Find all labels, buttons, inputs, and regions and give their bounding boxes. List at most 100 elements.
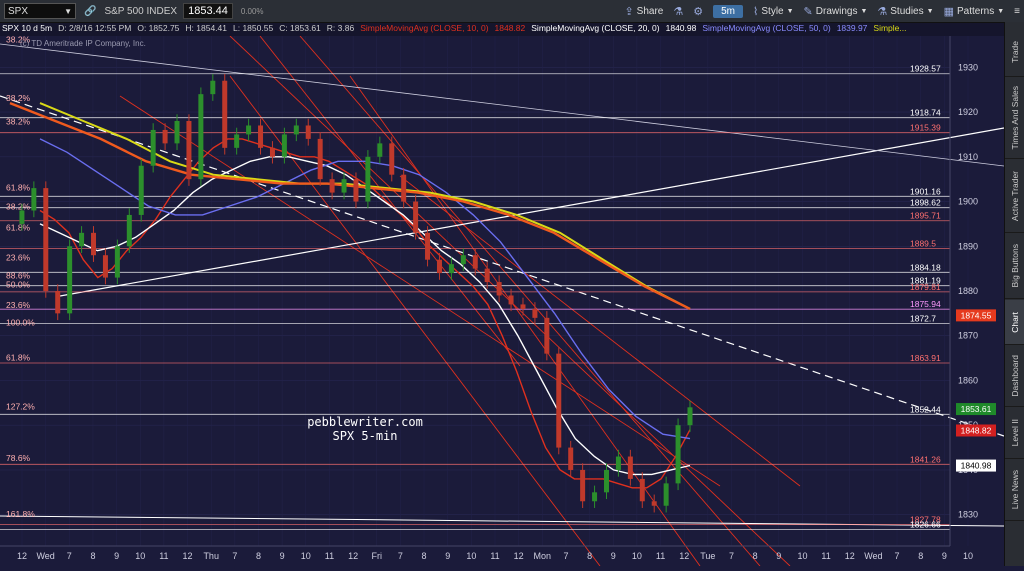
candle-body xyxy=(556,353,562,448)
candle-body xyxy=(627,456,633,479)
level-label: 1889.5 xyxy=(910,239,936,249)
sma50-label[interactable]: SimpleMovingAvg (CLOSE, 50, 0) xyxy=(702,23,830,36)
info-symbol: SPX 10 d 5m xyxy=(2,23,53,33)
candle-body xyxy=(91,232,97,256)
candle-body xyxy=(210,80,216,95)
candle-body xyxy=(19,210,25,224)
y-tick-label: 1920 xyxy=(958,107,978,117)
flask-button[interactable]: ⚗ xyxy=(673,5,683,18)
sma20-label[interactable]: SimpleMovingAvg (CLOSE, 20, 0) xyxy=(531,23,659,36)
x-tick-label: 9 xyxy=(776,551,781,561)
style-label: Style xyxy=(761,5,784,17)
candle-body xyxy=(31,188,37,211)
candle-body xyxy=(413,201,419,233)
sma10-label[interactable]: SimpleMovingAvg (CLOSE, 10, 0) xyxy=(360,23,488,36)
x-tick-label: 8 xyxy=(422,551,427,561)
x-tick-label: 7 xyxy=(729,551,734,561)
timeframe-value: 5m xyxy=(713,4,743,18)
sma-more-label[interactable]: Simple... xyxy=(873,23,906,36)
y-tick-label: 1910 xyxy=(958,152,978,162)
candle-body xyxy=(138,165,144,215)
menu-button[interactable]: ≡ xyxy=(1014,6,1020,17)
side-tab-live-news[interactable]: Live News xyxy=(1005,460,1024,521)
x-tick-label: 12 xyxy=(183,551,193,561)
fib-label: 38.2% xyxy=(6,93,31,103)
symbol-selector[interactable]: SPX ▼ xyxy=(4,3,76,19)
x-tick-label: 12 xyxy=(348,551,358,561)
x-tick-label: 11 xyxy=(656,551,665,561)
candle-body xyxy=(496,282,502,296)
price-tag-label: 1853.61 xyxy=(961,404,992,414)
side-tab-trade[interactable]: Trade xyxy=(1005,28,1024,77)
price-tag-label: 1840.98 xyxy=(961,461,992,471)
x-tick-label: 7 xyxy=(67,551,72,561)
level-label: 1875.94 xyxy=(910,299,941,309)
pencil-icon: ✎ xyxy=(803,5,813,18)
x-tick-label: 8 xyxy=(256,551,261,561)
candle-body xyxy=(329,179,335,193)
x-tick-label: 12 xyxy=(845,551,855,561)
level-label: 1918.74 xyxy=(910,108,941,118)
x-tick-label: Fri xyxy=(372,551,383,561)
candle-body xyxy=(162,129,168,144)
timeframe-selector[interactable]: 5m xyxy=(713,4,743,18)
gear-icon: ⚙ xyxy=(693,5,704,18)
x-tick-label: 10 xyxy=(466,551,476,561)
candle-body xyxy=(222,80,228,148)
side-tab-big-buttons[interactable]: Big Buttons xyxy=(1005,234,1024,299)
chevron-down-icon: ▼ xyxy=(860,7,868,15)
candle-body xyxy=(580,469,586,502)
x-tick-label: 7 xyxy=(563,551,568,561)
plot-area[interactable]: 1928.57 1918.74 1915.39 1901.16 1898.62 1895.… xyxy=(0,35,1005,567)
style-button[interactable]: ⌇ Style ▼ xyxy=(753,5,794,18)
price-tag-label: 1848.82 xyxy=(961,425,992,435)
top-toolbar: SPX ▼ 🔗 S&P 500 INDEX 1853.44 0.00% ⇪ Sha… xyxy=(0,0,1024,23)
x-tick-label: 7 xyxy=(398,551,403,561)
side-tab-times-and-sales[interactable]: Times And Sales xyxy=(1005,78,1024,159)
candle-body xyxy=(102,255,108,278)
x-tick-label: Mon xyxy=(534,551,552,561)
drawings-button[interactable]: ✎ Drawings ▼ xyxy=(804,5,868,18)
y-tick-label: 1930 xyxy=(958,62,978,72)
symbol-text: SPX xyxy=(8,5,29,17)
candle-body xyxy=(43,188,49,291)
patterns-button[interactable]: ▦ Patterns ▼ xyxy=(944,5,1005,18)
side-tab-level-ii[interactable]: Level II xyxy=(1005,408,1024,459)
studies-button[interactable]: ⚗ Studies ▼ xyxy=(877,5,933,18)
info-date: D: 2/8/16 12:55 PM xyxy=(58,23,132,33)
x-tick-label: 9 xyxy=(445,551,450,561)
chevron-down-icon: ▼ xyxy=(786,7,794,15)
link-icon[interactable]: 🔗 xyxy=(84,6,96,17)
sma50-value: 1839.97 xyxy=(836,23,868,33)
side-tab-chart[interactable]: Chart xyxy=(1005,300,1024,345)
info-high: H: 1854.41 xyxy=(185,23,227,33)
last-price: 1853.44 xyxy=(183,3,233,19)
candle-body xyxy=(353,179,359,202)
sma10-value: 1848.82 xyxy=(494,23,526,33)
settings-button[interactable]: ⚙ xyxy=(693,5,703,18)
level-label: 1852.44 xyxy=(910,404,941,414)
style-icon: ⌇ xyxy=(753,5,759,18)
candle-body xyxy=(67,246,73,314)
side-tab-label: Big Buttons xyxy=(1010,244,1020,288)
share-button[interactable]: ⇪ Share xyxy=(624,5,663,18)
price-tag-label: 1874.55 xyxy=(961,310,992,320)
side-tab-label: Dashboard xyxy=(1010,355,1020,397)
candle-body xyxy=(305,125,311,139)
x-tick-label: 11 xyxy=(821,551,830,561)
candle-body xyxy=(639,478,645,502)
x-tick-label: 12 xyxy=(679,551,689,561)
price-chart[interactable]: 1928.57 1918.74 1915.39 1901.16 1898.62 1895.… xyxy=(0,35,1005,567)
side-tab-dashboard[interactable]: Dashboard xyxy=(1005,346,1024,407)
candle-body xyxy=(675,425,681,484)
candle-body xyxy=(484,268,490,283)
candle-body xyxy=(508,295,514,305)
candle-body xyxy=(401,174,407,202)
study-info-bar: SPX 10 d 5m D: 2/8/16 12:55 PM O: 1852.7… xyxy=(0,23,1004,36)
side-tab-active-trader[interactable]: Active Trader xyxy=(1005,160,1024,233)
candle-body xyxy=(472,255,478,269)
x-tick-label: Tue xyxy=(700,551,715,561)
x-tick-label: 10 xyxy=(797,551,807,561)
y-tick-label: 1830 xyxy=(958,510,978,520)
y-tick-label: 1880 xyxy=(958,286,978,296)
